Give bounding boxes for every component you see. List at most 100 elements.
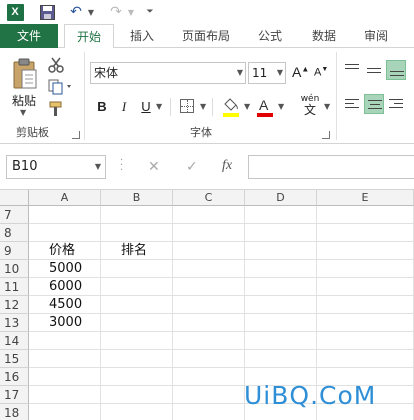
name-box[interactable]: B10 ▼	[6, 155, 106, 179]
font-name-dropdown-icon[interactable]: ▼	[237, 63, 243, 83]
fill-color-icon[interactable]	[222, 96, 240, 118]
redo-icon[interactable]: ↷	[108, 2, 124, 22]
grid-row-line	[29, 349, 414, 350]
font-launcher-icon[interactable]	[322, 131, 330, 139]
paste-icon[interactable]	[12, 58, 38, 90]
row-header-14[interactable]: 14	[0, 332, 29, 350]
name-box-dropdown-icon[interactable]: ▼	[95, 156, 101, 178]
ribbon-tabs: 文件 开始 插入 页面布局 公式 数据 审阅	[0, 24, 414, 49]
divider	[212, 98, 213, 116]
tab-home[interactable]: 开始	[64, 24, 114, 49]
row-header-18[interactable]: 18	[0, 404, 29, 420]
divider	[170, 98, 171, 116]
column-header-e[interactable]: E	[317, 190, 414, 206]
underline-button[interactable]: U	[136, 96, 156, 118]
redo-dropdown-icon[interactable]: ▼	[126, 2, 136, 22]
cell-a12[interactable]: 4500	[49, 296, 82, 314]
align-bottom-icon[interactable]	[386, 60, 406, 80]
column-header-d[interactable]: D	[245, 190, 317, 206]
bold-button[interactable]: B	[92, 96, 112, 118]
align-top-icon[interactable]	[342, 60, 362, 80]
undo-dropdown-icon[interactable]: ▼	[86, 2, 96, 22]
row-header-10[interactable]: 10	[0, 260, 29, 278]
row-header-7[interactable]: 7	[0, 206, 29, 224]
cell-a13[interactable]: 3000	[49, 314, 82, 332]
enter-icon[interactable]: ✓	[186, 159, 198, 175]
underline-dropdown-icon[interactable]: ▼	[156, 102, 162, 111]
cell-a9[interactable]: 价格	[49, 242, 75, 260]
font-name-combo[interactable]: 宋体 ▼	[90, 62, 246, 84]
group-separator	[336, 52, 337, 140]
grid-row-line	[29, 241, 414, 242]
column-header-a[interactable]: A	[29, 190, 101, 206]
font-group-label: 字体	[190, 126, 212, 139]
save-icon[interactable]	[38, 2, 56, 22]
column-header-b[interactable]: B	[101, 190, 173, 206]
align-middle-icon[interactable]	[364, 60, 384, 80]
cell-a10[interactable]: 5000	[49, 260, 82, 278]
cell-a11[interactable]: 6000	[49, 278, 82, 296]
shrink-font-button[interactable]: A▼	[314, 66, 328, 79]
cancel-icon[interactable]: ✕	[148, 159, 160, 175]
tab-page-layout[interactable]: 页面布局	[174, 24, 238, 48]
excel-logo-icon: X	[5, 2, 25, 22]
formula-input[interactable]	[248, 155, 414, 179]
clipboard-group-label: 剪贴板	[16, 126, 49, 139]
font-size-combo[interactable]: 11 ▼	[248, 62, 286, 84]
row-header-13[interactable]: 13	[0, 314, 29, 332]
grid-row-line	[29, 223, 414, 224]
column-header-c[interactable]: C	[173, 190, 245, 206]
insert-function-icon[interactable]: fx	[222, 158, 232, 174]
formula-bar: B10 ▼ · · · ✕ ✓ fx	[0, 144, 414, 190]
undo-icon[interactable]: ↶	[68, 2, 84, 22]
name-box-value: B10	[12, 159, 38, 174]
formula-bar-grip-icon[interactable]: · · ·	[120, 156, 123, 176]
align-left-icon[interactable]	[342, 94, 362, 114]
quick-access-toolbar: X ↶ ▼ ↷ ▼ ⏷	[0, 0, 414, 24]
grid-row-line	[29, 331, 414, 332]
row-header-8[interactable]: 8	[0, 224, 29, 242]
row-header-15[interactable]: 15	[0, 350, 29, 368]
tab-data[interactable]: 数据	[304, 24, 344, 48]
font-color-dropdown-icon[interactable]: ▼	[278, 102, 284, 111]
borders-icon[interactable]	[180, 99, 194, 113]
font-name-value: 宋体	[94, 66, 119, 80]
phonetic-guide-icon[interactable]: wén 文	[298, 94, 322, 118]
phonetic-dropdown-icon[interactable]: ▼	[324, 102, 330, 111]
select-all-corner[interactable]	[0, 190, 29, 206]
tab-insert[interactable]: 插入	[120, 24, 164, 48]
align-right-icon[interactable]	[386, 94, 406, 114]
row-header-11[interactable]: 11	[0, 278, 29, 296]
align-center-icon[interactable]	[364, 94, 384, 114]
tab-review[interactable]: 审阅	[356, 24, 396, 48]
font-color-icon[interactable]: A	[256, 96, 274, 118]
italic-button[interactable]: I	[114, 96, 134, 118]
svg-text:A: A	[259, 97, 269, 113]
grow-font-label: A	[292, 64, 302, 80]
customize-qat-icon[interactable]: ⏷	[144, 2, 156, 22]
grow-font-button[interactable]: A▲	[292, 64, 309, 80]
grid-row-line	[29, 259, 414, 260]
cut-icon[interactable]	[48, 56, 78, 74]
row-header-12[interactable]: 12	[0, 296, 29, 314]
paste-dropdown-icon[interactable]: ▼	[20, 108, 26, 117]
copy-icon[interactable]	[48, 78, 78, 96]
clipboard-launcher-icon[interactable]	[72, 131, 80, 139]
font-size-dropdown-icon[interactable]: ▼	[277, 63, 283, 83]
paste-button-label[interactable]: 粘贴	[12, 92, 36, 109]
phonetic-bottom: 文	[303, 103, 316, 117]
format-painter-icon[interactable]	[48, 100, 78, 118]
tab-file[interactable]: 文件	[0, 24, 58, 48]
group-separator	[84, 52, 85, 140]
watermark: UiBQ.CoM	[244, 381, 377, 410]
borders-dropdown-icon[interactable]: ▼	[200, 102, 206, 111]
fill-color-dropdown-icon[interactable]: ▼	[244, 102, 250, 111]
grid-row-line	[29, 295, 414, 296]
row-header-9[interactable]: 9	[0, 242, 29, 260]
row-header-16[interactable]: 16	[0, 368, 29, 386]
excel-logo-letter: X	[6, 3, 24, 21]
row-header-17[interactable]: 17	[0, 386, 29, 404]
cell-b9[interactable]: 排名	[121, 242, 147, 260]
grid-row-line	[29, 367, 414, 368]
tab-formulas[interactable]: 公式	[250, 24, 290, 48]
